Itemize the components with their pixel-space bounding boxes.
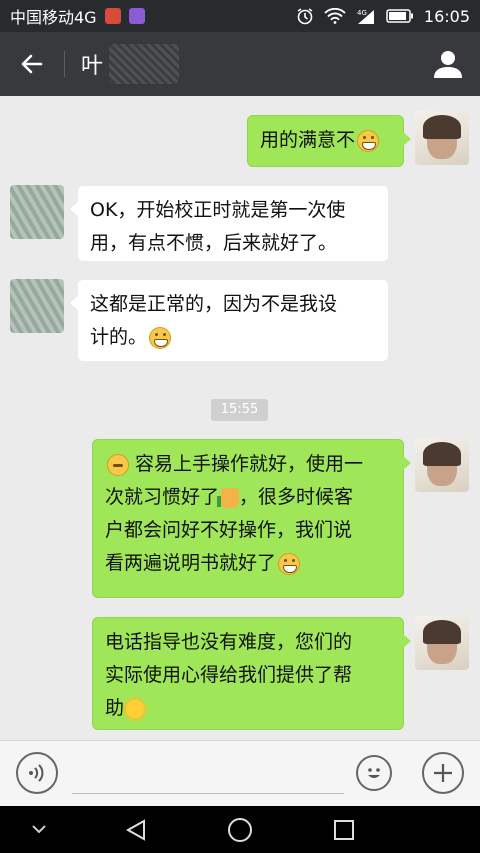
plus-icon [434, 764, 452, 782]
notification-icon [128, 8, 145, 24]
battery-icon [386, 9, 414, 23]
message-list[interactable]: 用的满意不 OK，开始校正时就是第一次使 用，有点不惯，后来就好了。 这都是正常… [0, 96, 480, 740]
message-text: 实际使用心得给我们提供了帮 [105, 664, 353, 686]
my-avatar[interactable] [415, 616, 469, 670]
arrow-left-icon [21, 54, 43, 74]
message-text: OK，开始校正时就是第一次使 [90, 199, 346, 221]
message-text: 次就习惯好了 [105, 486, 220, 508]
message-text: 助 [105, 697, 125, 719]
signal-icon: 4G [356, 8, 376, 24]
grin-emoji-icon [278, 552, 301, 575]
notification-icon [104, 8, 121, 24]
system-nav-bar [0, 806, 480, 853]
back-button[interactable] [0, 32, 64, 96]
my-avatar[interactable] [415, 438, 469, 492]
voice-button[interactable] [16, 752, 58, 794]
message-text: 看两遍说明书就好了 [105, 552, 277, 574]
carrier-label: 中国移动4G [10, 8, 97, 27]
message-text: ，很多时候客 [239, 486, 354, 508]
svg-text:4G: 4G [357, 9, 367, 17]
wifi-icon [324, 8, 346, 24]
status-bar: 中国移动4G 4G 16:05 [0, 0, 480, 32]
message-input[interactable] [72, 793, 344, 794]
thinking-emoji-icon [107, 453, 129, 476]
redacted-name [109, 44, 180, 84]
message-text: 户都会问好不好操作，我们说 [105, 519, 353, 541]
message-bubble[interactable]: 用的满意不 [247, 115, 411, 167]
alarm-icon [296, 7, 314, 25]
emoji-button[interactable] [356, 755, 392, 791]
voice-icon [29, 764, 44, 782]
smiley-icon [368, 768, 380, 778]
message-text: 用的满意不 [260, 129, 356, 151]
message-text: 容易上手操作就好，使用一 [129, 453, 364, 475]
contact-avatar[interactable] [10, 279, 64, 333]
message-text: 这都是正常的，因为不是我设 [90, 293, 338, 315]
grin-emoji-icon [149, 326, 172, 349]
message-text: 用，有点不惯，后来就好了。 [90, 232, 338, 254]
chat-title: 叶 [81, 54, 104, 79]
sun-emoji-icon [126, 699, 145, 718]
recents-square-icon[interactable] [333, 819, 355, 841]
message-bubble[interactable]: 容易上手操作就好，使用一 次就习惯好了 ，很多时候客 户都会问好不好操作，我们说 … [92, 439, 411, 598]
more-button[interactable] [422, 752, 464, 794]
message-bubble[interactable]: 这都是正常的，因为不是我设 计的。 [70, 279, 389, 362]
header-divider [64, 51, 65, 77]
clock: 16:05 [423, 6, 470, 26]
chat-header: 叶 [0, 32, 480, 96]
message-text: 电话指导也没有难度，您们的 [105, 631, 353, 653]
person-icon [434, 51, 462, 78]
back-triangle-icon[interactable] [125, 818, 147, 842]
dropdown-icon[interactable] [30, 820, 48, 838]
profile-button[interactable] [416, 32, 480, 96]
contact-avatar[interactable] [10, 185, 64, 239]
message-bubble[interactable]: OK，开始校正时就是第一次使 用，有点不惯，后来就好了。 [70, 185, 389, 262]
message-text: 计的。 [90, 326, 148, 348]
home-circle-icon[interactable] [227, 817, 253, 843]
thumbs-up-emoji-icon [217, 487, 240, 508]
timestamp: 15:55 [211, 399, 268, 421]
input-bar [0, 740, 480, 806]
my-avatar[interactable] [415, 111, 469, 165]
grin-emoji-icon [357, 129, 380, 152]
message-bubble[interactable]: 电话指导也没有难度，您们的 实际使用心得给我们提供了帮 助 [92, 617, 411, 730]
